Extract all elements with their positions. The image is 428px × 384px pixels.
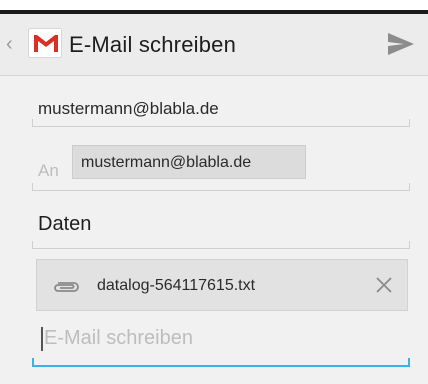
body-underline bbox=[32, 358, 410, 367]
action-bar: ‹ E-Mail schreiben bbox=[0, 14, 428, 76]
from-account[interactable]: mustermann@blabla.de bbox=[38, 99, 219, 119]
subject-field[interactable]: Daten bbox=[38, 213, 91, 236]
recipient-chip[interactable]: mustermann@blabla.de bbox=[72, 145, 306, 179]
up-navigation-icon[interactable]: ‹ bbox=[6, 34, 14, 54]
body-input[interactable]: E-Mail schreiben bbox=[44, 327, 193, 350]
to-underline bbox=[32, 183, 410, 191]
recipient-chip-label: mustermann@blabla.de bbox=[81, 154, 252, 171]
from-underline bbox=[32, 119, 410, 127]
subject-underline bbox=[32, 241, 410, 249]
attachment-item[interactable]: datalog-564117615.txt bbox=[36, 259, 408, 311]
text-cursor bbox=[41, 327, 43, 351]
attachment-filename: datalog-564117615.txt bbox=[97, 277, 256, 294]
send-icon[interactable] bbox=[386, 31, 416, 57]
gmail-icon[interactable] bbox=[28, 28, 62, 58]
status-bar-edge bbox=[0, 0, 428, 14]
close-icon[interactable] bbox=[375, 276, 393, 299]
paperclip-icon bbox=[52, 280, 80, 298]
to-label: An bbox=[38, 161, 59, 180]
page-title: E-Mail schreiben bbox=[69, 32, 237, 57]
